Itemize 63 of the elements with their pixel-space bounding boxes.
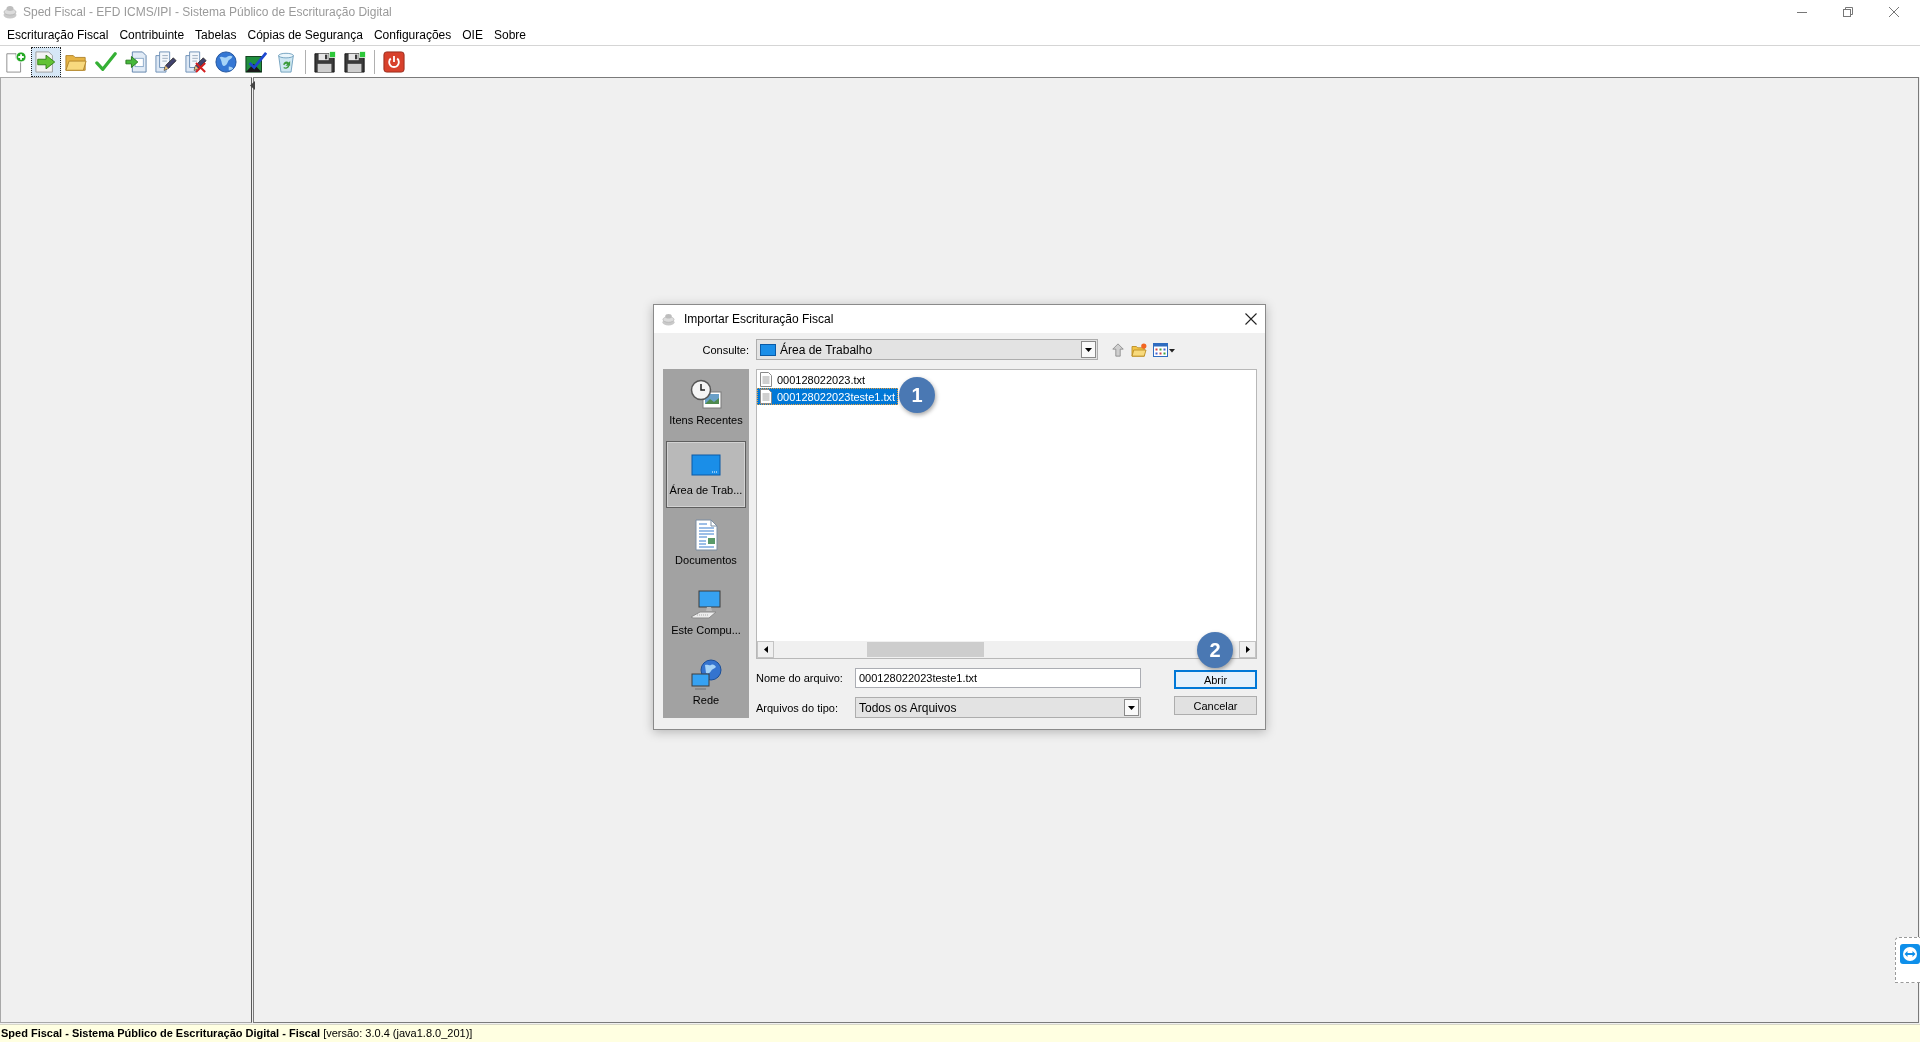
look-in-dropdown[interactable]: Área de Trabalho xyxy=(756,339,1098,360)
app-icon xyxy=(3,5,17,19)
cancel-button[interactable]: Cancelar xyxy=(1174,696,1257,715)
places-item[interactable]: Itens Recentes xyxy=(666,371,746,438)
document-import-icon xyxy=(125,50,147,73)
window-title: Sped Fiscal - EFD ICMS/IPI - Sistema Público de Escrituração Digital xyxy=(23,5,392,19)
checkmark-icon xyxy=(95,50,117,73)
dropdown-button[interactable] xyxy=(1081,341,1096,358)
side-tab[interactable] xyxy=(1895,937,1920,983)
left-arrow-icon xyxy=(763,646,768,653)
desktop-icon xyxy=(760,343,776,356)
dropdown-button[interactable] xyxy=(1124,699,1139,716)
step-callout: 2 xyxy=(1197,632,1233,668)
menu-item[interactable]: Sobre xyxy=(489,27,530,42)
double-arrow-icon xyxy=(1900,944,1920,964)
document-icon xyxy=(760,372,772,387)
menu-item[interactable]: Configurações xyxy=(369,27,456,42)
view-menu-icon[interactable] xyxy=(1153,341,1175,358)
document-arrow-icon xyxy=(35,50,57,73)
menu-item[interactable]: Contribuinte xyxy=(115,27,189,42)
places-item[interactable]: Este Compu... xyxy=(666,581,746,648)
right-arrow-icon xyxy=(1245,646,1250,653)
scroll-right-button[interactable] xyxy=(1239,641,1256,658)
field-label: Arquivos do tipo: xyxy=(756,701,839,714)
close-icon[interactable] xyxy=(1245,313,1257,325)
caret-icon xyxy=(1085,347,1092,352)
documents-pen-icon xyxy=(155,50,177,73)
file-type-dropdown[interactable]: Todos os Arquivos xyxy=(855,697,1141,718)
network-icon xyxy=(690,659,722,691)
file-item[interactable]: 000128022023.txt xyxy=(757,371,869,388)
field-label: Consulte: xyxy=(702,343,749,356)
places-item[interactable]: Rede xyxy=(666,651,746,718)
document-icon xyxy=(760,389,772,404)
restore-icon[interactable] xyxy=(1843,7,1853,17)
collapse-arrow-icon[interactable] xyxy=(250,81,255,90)
power-icon xyxy=(383,50,405,73)
new-folder-icon[interactable] xyxy=(1131,342,1147,357)
scroll-left-button[interactable] xyxy=(757,641,774,658)
dialog-title: Importar Escrituração Fiscal xyxy=(684,312,834,326)
documents-cross-icon xyxy=(185,50,207,73)
clock-icon xyxy=(690,379,722,411)
status-bar: Sped Fiscal - Sistema Público de Escrituração Digital - Fiscal [versão: 3.0.4 (java1.8.0_201)] xyxy=(0,1024,1920,1042)
file-item[interactable]: 000128022023teste1.txt xyxy=(757,388,899,405)
menu-item[interactable]: Cópias de Segurança xyxy=(243,27,367,42)
scrollbar-thumb[interactable] xyxy=(867,642,984,657)
recycle-bin-icon xyxy=(275,50,297,73)
toolbar-button[interactable] xyxy=(31,46,61,77)
computer-icon xyxy=(690,589,722,621)
places-item[interactable]: Documentos xyxy=(666,511,746,578)
screen-check-icon xyxy=(245,50,267,73)
minimize-icon[interactable] xyxy=(1797,11,1807,13)
app-icon xyxy=(662,312,675,326)
field-label: Nome do arquivo: xyxy=(756,672,844,684)
globe-icon xyxy=(215,50,237,73)
file-name-field[interactable]: 000128022023teste1.txt xyxy=(855,668,1141,688)
menu-item[interactable]: Escrituração Fiscal xyxy=(3,27,113,42)
open-button[interactable]: Abrir xyxy=(1174,670,1257,689)
horizontal-scrollbar[interactable] xyxy=(757,641,1256,658)
places-item[interactable]: Área de Trab... xyxy=(666,441,746,508)
document-plus-icon xyxy=(5,50,27,73)
caret-icon xyxy=(1128,705,1135,710)
menu-item[interactable]: Tabelas xyxy=(191,27,241,42)
menu-item[interactable]: OIE xyxy=(458,27,487,42)
